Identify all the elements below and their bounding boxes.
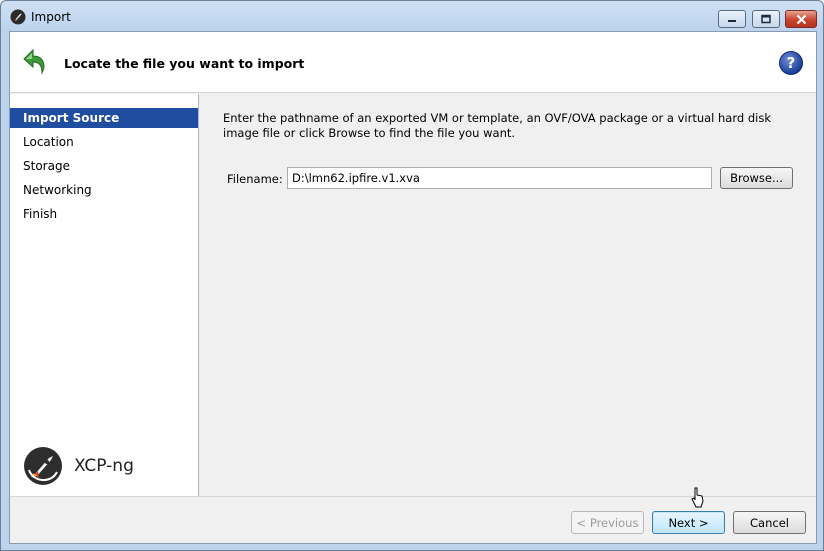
- next-button[interactable]: Next >: [652, 511, 725, 534]
- back-arrow-icon: [23, 48, 45, 75]
- xcp-ng-logo-icon: [24, 447, 62, 485]
- help-icon: ?: [786, 54, 796, 72]
- step-networking[interactable]: Networking: [10, 180, 198, 200]
- step-storage[interactable]: Storage: [10, 156, 198, 176]
- brand-name: XCP-ng: [74, 456, 134, 476]
- mouse-pointer-icon: [691, 487, 704, 508]
- close-icon: [796, 14, 806, 24]
- browse-button[interactable]: Browse...: [720, 167, 793, 189]
- minimize-button[interactable]: [718, 10, 746, 28]
- wizard-steps-sidebar: Import Source Location Storage Networkin…: [10, 94, 199, 496]
- wizard-page-content: Enter the pathname of an exported VM or …: [200, 94, 816, 496]
- filename-label: Filename:: [227, 172, 283, 186]
- import-dialog: Import Locate the file you want to impor…: [0, 0, 824, 551]
- xcp-ng-app-icon: [10, 9, 26, 25]
- close-button[interactable]: [785, 10, 817, 28]
- filename-input[interactable]: [287, 167, 712, 189]
- step-location[interactable]: Location: [10, 132, 198, 152]
- window-title: Import: [31, 10, 71, 24]
- step-finish[interactable]: Finish: [10, 204, 198, 224]
- instructions-text: Enter the pathname of an exported VM or …: [223, 111, 771, 140]
- cancel-button[interactable]: Cancel: [733, 511, 806, 534]
- maximize-button[interactable]: [752, 10, 780, 28]
- previous-button[interactable]: < Previous: [571, 511, 644, 534]
- help-button[interactable]: ?: [779, 51, 803, 75]
- title-bar[interactable]: Import: [1, 1, 823, 31]
- maximize-icon: [761, 14, 771, 24]
- step-import-source[interactable]: Import Source: [10, 108, 198, 128]
- wizard-header: Locate the file you want to import ?: [10, 32, 816, 93]
- dialog-client-area: Locate the file you want to import ? Imp…: [9, 31, 817, 544]
- minimize-icon: [728, 20, 736, 22]
- page-title: Locate the file you want to import: [64, 56, 305, 71]
